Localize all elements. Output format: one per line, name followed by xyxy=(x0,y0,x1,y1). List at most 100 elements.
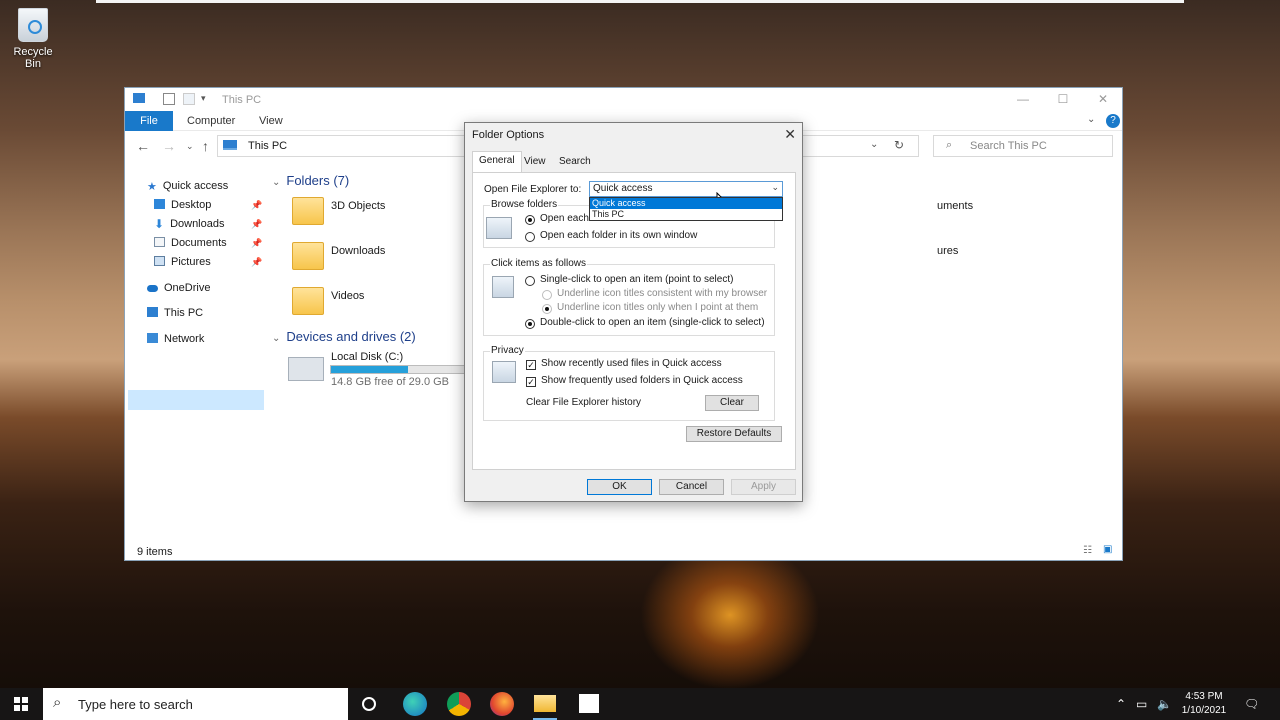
clear-button[interactable]: Clear xyxy=(705,395,759,411)
dialog-title: Folder Options xyxy=(472,129,545,141)
dropdown-option-this-pc[interactable]: This PC xyxy=(590,209,782,220)
folder-name[interactable]: Videos xyxy=(331,290,364,302)
refresh-icon[interactable]: ↻ xyxy=(894,138,904,152)
download-arrow-icon: ⬇ xyxy=(154,217,165,231)
start-button[interactable] xyxy=(0,688,42,720)
pin-icon[interactable]: 📌 xyxy=(251,219,262,230)
tab-general[interactable]: General xyxy=(472,151,522,173)
underline-point-label[interactable]: Underline icon titles only when I point … xyxy=(557,302,758,313)
folders-section-header[interactable]: ⌄ Folders (7) xyxy=(272,173,349,188)
search-input[interactable]: ⌕ Search This PC xyxy=(933,135,1113,157)
folder-name-partial[interactable]: uments xyxy=(937,200,973,212)
browse-own-window-radio[interactable] xyxy=(525,232,535,242)
general-tab-panel: Open File Explorer to: Quick access ⌄ Qu… xyxy=(472,172,796,470)
large-icons-view-icon[interactable]: ▣ xyxy=(1103,544,1112,555)
collapse-chevron-icon[interactable]: ⌄ xyxy=(272,177,280,188)
address-dropdown-icon[interactable]: ⌄ xyxy=(870,139,878,150)
network-tray-icon[interactable]: ▭ xyxy=(1136,697,1147,711)
folder-name-partial[interactable]: ures xyxy=(937,245,958,257)
up-arrow-icon[interactable]: ↑ xyxy=(202,138,209,154)
details-view-icon[interactable]: ☷ xyxy=(1083,545,1092,556)
windows-logo-icon xyxy=(14,697,28,711)
recent-files-checkbox[interactable]: ✓ xyxy=(526,360,536,370)
browse-own-window-label[interactable]: Open each folder in its own window xyxy=(540,230,697,241)
single-click-radio[interactable] xyxy=(525,276,535,286)
tab-view[interactable]: View xyxy=(247,111,295,131)
tab-view[interactable]: View xyxy=(518,153,552,173)
sidebar-item-label: Downloads xyxy=(170,218,225,230)
underline-point-radio[interactable] xyxy=(542,304,552,314)
restore-defaults-button[interactable]: Restore Defaults xyxy=(686,426,782,442)
open-to-select[interactable]: Quick access ⌄ xyxy=(589,181,783,197)
expand-ribbon-icon[interactable]: ⌄ xyxy=(1087,114,1095,125)
store-icon[interactable] xyxy=(579,694,599,713)
new-folder-icon[interactable] xyxy=(183,93,195,105)
forward-arrow-icon[interactable]: → xyxy=(162,138,176,154)
single-click-label[interactable]: Single-click to open an item (point to s… xyxy=(540,274,733,285)
close-button[interactable]: ✕ xyxy=(1083,88,1123,110)
underline-browser-radio[interactable] xyxy=(542,290,552,300)
collapse-chevron-icon[interactable]: ⌄ xyxy=(272,333,280,344)
edge-icon[interactable] xyxy=(403,692,427,716)
firefox-icon[interactable] xyxy=(490,692,514,716)
chevron-down-icon[interactable]: ⌄ xyxy=(771,182,779,193)
recent-locations-icon[interactable]: ⌄ xyxy=(186,141,194,152)
privacy-group: Privacy ✓ Show recently used files in Qu… xyxy=(483,345,775,421)
tab-file[interactable]: File xyxy=(125,111,173,131)
devices-section-header[interactable]: ⌄ Devices and drives (2) xyxy=(272,329,416,344)
pin-icon[interactable]: 📌 xyxy=(251,238,262,249)
pin-icon[interactable]: 📌 xyxy=(251,257,262,268)
file-explorer-taskbar-icon[interactable] xyxy=(534,695,556,712)
local-disk-icon xyxy=(288,357,324,381)
back-arrow-icon[interactable]: ← xyxy=(136,138,150,154)
folder-name[interactable]: Downloads xyxy=(331,245,385,257)
show-hidden-icons-icon[interactable]: ⌃ xyxy=(1116,697,1126,711)
recent-files-label[interactable]: Show recently used files in Quick access xyxy=(541,358,722,369)
apply-button[interactable]: Apply xyxy=(731,479,796,495)
taskbar-search-placeholder: Type here to search xyxy=(78,697,193,712)
volume-muted-icon[interactable]: 🔈 xyxy=(1157,697,1172,711)
maximize-button[interactable]: ☐ xyxy=(1043,88,1083,110)
sidebar-item-network[interactable]: Network xyxy=(147,330,204,348)
tab-search[interactable]: Search xyxy=(553,153,597,173)
cancel-button[interactable]: Cancel xyxy=(659,479,724,495)
sidebar-item-label: OneDrive xyxy=(164,282,211,294)
privacy-icon xyxy=(492,361,516,383)
open-to-dropdown-list: Quick access This PC xyxy=(589,197,783,221)
minimize-button[interactable]: — xyxy=(1003,88,1043,110)
drive-name[interactable]: Local Disk (C:) xyxy=(331,351,403,363)
notifications-icon[interactable]: 🗨 xyxy=(1244,697,1259,711)
dropdown-option-quick-access[interactable]: Quick access xyxy=(590,198,782,209)
double-click-label[interactable]: Double-click to open an item (single-cli… xyxy=(540,317,765,328)
ok-button[interactable]: OK xyxy=(587,479,652,495)
sidebar-item-this-pc[interactable]: This PC xyxy=(147,304,203,322)
frequent-folders-checkbox[interactable]: ✓ xyxy=(526,377,536,387)
background-window-edge xyxy=(96,0,1184,3)
frequent-folders-label[interactable]: Show frequently used folders in Quick ac… xyxy=(541,375,743,386)
sidebar-item-documents[interactable]: Documents xyxy=(154,234,227,252)
chrome-icon[interactable] xyxy=(447,692,471,716)
browse-same-window-radio[interactable] xyxy=(525,215,535,225)
sidebar-item-desktop[interactable]: Desktop xyxy=(154,196,211,214)
customize-toolbar-icon[interactable]: ▾ xyxy=(201,93,206,104)
sidebar-item-downloads[interactable]: ⬇ Downloads xyxy=(154,215,224,233)
taskbar-search-box[interactable]: ⌕ Type here to search xyxy=(43,688,348,720)
folder-name[interactable]: 3D Objects xyxy=(331,200,385,212)
properties-icon[interactable] xyxy=(163,93,175,105)
sidebar-item-pictures[interactable]: Pictures xyxy=(154,253,211,271)
system-clock[interactable]: 4:53 PM 1/10/2021 xyxy=(1176,690,1232,718)
pictures-icon xyxy=(154,256,165,266)
cortana-icon[interactable] xyxy=(362,697,376,711)
double-click-radio[interactable] xyxy=(525,319,535,329)
sidebar-item-quick-access[interactable]: ★ Quick access xyxy=(147,177,228,195)
dialog-close-button[interactable]: ✕ xyxy=(784,126,796,143)
underline-browser-label[interactable]: Underline icon titles consistent with my… xyxy=(557,288,767,299)
cloud-icon xyxy=(147,285,158,292)
tab-computer[interactable]: Computer xyxy=(175,111,247,131)
recycle-bin-desktop-icon[interactable]: Recycle Bin xyxy=(4,8,62,70)
pin-icon[interactable]: 📌 xyxy=(251,200,262,211)
click-items-group: Click items as follows Single-click to o… xyxy=(483,258,775,336)
clock-date: 1/10/2021 xyxy=(1181,705,1227,716)
help-icon[interactable]: ? xyxy=(1106,114,1120,128)
sidebar-item-onedrive[interactable]: OneDrive xyxy=(147,279,210,297)
